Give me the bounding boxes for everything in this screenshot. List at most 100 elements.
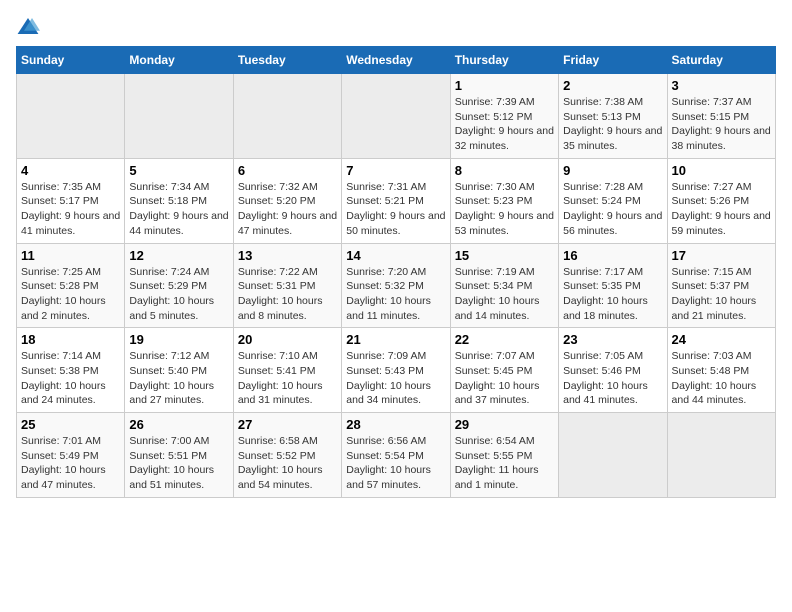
day-info: Sunrise: 7:12 AMSunset: 5:40 PMDaylight:… [129, 349, 228, 408]
day-info: Sunrise: 7:34 AMSunset: 5:18 PMDaylight:… [129, 180, 228, 239]
calendar-cell: 26 Sunrise: 7:00 AMSunset: 5:51 PMDayligh… [125, 413, 233, 498]
calendar-cell: 18 Sunrise: 7:14 AMSunset: 5:38 PMDayligh… [17, 328, 125, 413]
calendar-cell: 7 Sunrise: 7:31 AMSunset: 5:21 PMDaylight… [342, 158, 450, 243]
day-info: Sunrise: 7:39 AMSunset: 5:12 PMDaylight:… [455, 95, 554, 154]
day-info: Sunrise: 6:54 AMSunset: 5:55 PMDaylight:… [455, 434, 554, 493]
calendar-cell: 1 Sunrise: 7:39 AMSunset: 5:12 PMDaylight… [450, 74, 558, 159]
column-header-wednesday: Wednesday [342, 47, 450, 74]
calendar-week-row: 4 Sunrise: 7:35 AMSunset: 5:17 PMDaylight… [17, 158, 776, 243]
day-number: 19 [129, 332, 228, 347]
calendar-header-row: SundayMondayTuesdayWednesdayThursdayFrid… [17, 47, 776, 74]
calendar-cell: 19 Sunrise: 7:12 AMSunset: 5:40 PMDayligh… [125, 328, 233, 413]
day-info: Sunrise: 7:22 AMSunset: 5:31 PMDaylight:… [238, 265, 337, 324]
calendar-cell [342, 74, 450, 159]
day-number: 10 [672, 163, 771, 178]
day-info: Sunrise: 7:09 AMSunset: 5:43 PMDaylight:… [346, 349, 445, 408]
day-info: Sunrise: 7:17 AMSunset: 5:35 PMDaylight:… [563, 265, 662, 324]
day-number: 15 [455, 248, 554, 263]
calendar-cell [17, 74, 125, 159]
calendar-cell [559, 413, 667, 498]
day-info: Sunrise: 7:19 AMSunset: 5:34 PMDaylight:… [455, 265, 554, 324]
day-info: Sunrise: 6:58 AMSunset: 5:52 PMDaylight:… [238, 434, 337, 493]
day-number: 3 [672, 78, 771, 93]
calendar-cell: 3 Sunrise: 7:37 AMSunset: 5:15 PMDaylight… [667, 74, 775, 159]
calendar-cell: 23Sunrise: 7:05 AMSunset: 5:46 PMDayligh… [559, 328, 667, 413]
day-number: 24 [672, 332, 771, 347]
day-info: Sunrise: 7:28 AMSunset: 5:24 PMDaylight:… [563, 180, 662, 239]
calendar-cell: 29 Sunrise: 6:54 AMSunset: 5:55 PMDayligh… [450, 413, 558, 498]
day-number: 8 [455, 163, 554, 178]
day-info: Sunrise: 7:37 AMSunset: 5:15 PMDaylight:… [672, 95, 771, 154]
page-header [16, 16, 776, 36]
day-number: 13 [238, 248, 337, 263]
calendar-cell: 24 Sunrise: 7:03 AMSunset: 5:48 PMDayligh… [667, 328, 775, 413]
calendar-cell: 6Sunrise: 7:32 AMSunset: 5:20 PMDaylight… [233, 158, 341, 243]
day-info: Sunrise: 6:56 AMSunset: 5:54 PMDaylight:… [346, 434, 445, 493]
day-info: Sunrise: 7:14 AMSunset: 5:38 PMDaylight:… [21, 349, 120, 408]
calendar-cell: 27 Sunrise: 6:58 AMSunset: 5:52 PMDayligh… [233, 413, 341, 498]
day-number: 11 [21, 248, 120, 263]
day-info: Sunrise: 7:35 AMSunset: 5:17 PMDaylight:… [21, 180, 120, 239]
calendar-cell [667, 413, 775, 498]
calendar-cell: 20 Sunrise: 7:10 AMSunset: 5:41 PMDayligh… [233, 328, 341, 413]
calendar-week-row: 18 Sunrise: 7:14 AMSunset: 5:38 PMDayligh… [17, 328, 776, 413]
calendar-cell: 9 Sunrise: 7:28 AMSunset: 5:24 PMDaylight… [559, 158, 667, 243]
column-header-monday: Monday [125, 47, 233, 74]
day-info: Sunrise: 7:05 AMSunset: 5:46 PMDaylight:… [563, 349, 662, 408]
calendar-cell [125, 74, 233, 159]
column-header-saturday: Saturday [667, 47, 775, 74]
calendar-cell: 5Sunrise: 7:34 AMSunset: 5:18 PMDaylight… [125, 158, 233, 243]
day-info: Sunrise: 7:38 AMSunset: 5:13 PMDaylight:… [563, 95, 662, 154]
day-number: 16 [563, 248, 662, 263]
calendar-cell: 28 Sunrise: 6:56 AMSunset: 5:54 PMDayligh… [342, 413, 450, 498]
day-info: Sunrise: 7:24 AMSunset: 5:29 PMDaylight:… [129, 265, 228, 324]
column-header-thursday: Thursday [450, 47, 558, 74]
logo-icon [16, 16, 40, 36]
day-number: 22 [455, 332, 554, 347]
calendar-cell: 10 Sunrise: 7:27 AMSunset: 5:26 PMDayligh… [667, 158, 775, 243]
column-header-sunday: Sunday [17, 47, 125, 74]
calendar-cell: 12Sunrise: 7:24 AMSunset: 5:29 PMDayligh… [125, 243, 233, 328]
day-number: 29 [455, 417, 554, 432]
calendar-cell [233, 74, 341, 159]
calendar-cell: 25Sunrise: 7:01 AMSunset: 5:49 PMDayligh… [17, 413, 125, 498]
day-number: 20 [238, 332, 337, 347]
calendar-cell: 14Sunrise: 7:20 AMSunset: 5:32 PMDayligh… [342, 243, 450, 328]
calendar-cell: 13 Sunrise: 7:22 AMSunset: 5:31 PMDayligh… [233, 243, 341, 328]
calendar-cell: 16 Sunrise: 7:17 AMSunset: 5:35 PMDayligh… [559, 243, 667, 328]
day-info: Sunrise: 7:25 AMSunset: 5:28 PMDaylight:… [21, 265, 120, 324]
day-info: Sunrise: 7:30 AMSunset: 5:23 PMDaylight:… [455, 180, 554, 239]
day-number: 26 [129, 417, 228, 432]
day-number: 1 [455, 78, 554, 93]
calendar-cell: 11 Sunrise: 7:25 AMSunset: 5:28 PMDayligh… [17, 243, 125, 328]
day-number: 6 [238, 163, 337, 178]
day-number: 7 [346, 163, 445, 178]
calendar-cell: 8 Sunrise: 7:30 AMSunset: 5:23 PMDaylight… [450, 158, 558, 243]
day-info: Sunrise: 7:31 AMSunset: 5:21 PMDaylight:… [346, 180, 445, 239]
column-header-friday: Friday [559, 47, 667, 74]
logo [16, 16, 44, 36]
day-info: Sunrise: 7:15 AMSunset: 5:37 PMDaylight:… [672, 265, 771, 324]
day-number: 18 [21, 332, 120, 347]
calendar-cell: 2 Sunrise: 7:38 AMSunset: 5:13 PMDaylight… [559, 74, 667, 159]
day-number: 27 [238, 417, 337, 432]
day-number: 9 [563, 163, 662, 178]
day-info: Sunrise: 7:27 AMSunset: 5:26 PMDaylight:… [672, 180, 771, 239]
calendar-cell: 21Sunrise: 7:09 AMSunset: 5:43 PMDayligh… [342, 328, 450, 413]
day-number: 28 [346, 417, 445, 432]
calendar-week-row: 25Sunrise: 7:01 AMSunset: 5:49 PMDayligh… [17, 413, 776, 498]
day-info: Sunrise: 7:03 AMSunset: 5:48 PMDaylight:… [672, 349, 771, 408]
day-info: Sunrise: 7:10 AMSunset: 5:41 PMDaylight:… [238, 349, 337, 408]
day-info: Sunrise: 7:00 AMSunset: 5:51 PMDaylight:… [129, 434, 228, 493]
calendar-week-row: 11 Sunrise: 7:25 AMSunset: 5:28 PMDayligh… [17, 243, 776, 328]
calendar-cell: 17 Sunrise: 7:15 AMSunset: 5:37 PMDayligh… [667, 243, 775, 328]
calendar-cell: 4 Sunrise: 7:35 AMSunset: 5:17 PMDaylight… [17, 158, 125, 243]
day-number: 14 [346, 248, 445, 263]
day-number: 4 [21, 163, 120, 178]
day-info: Sunrise: 7:01 AMSunset: 5:49 PMDaylight:… [21, 434, 120, 493]
day-info: Sunrise: 7:07 AMSunset: 5:45 PMDaylight:… [455, 349, 554, 408]
calendar-cell: 15 Sunrise: 7:19 AMSunset: 5:34 PMDayligh… [450, 243, 558, 328]
day-number: 17 [672, 248, 771, 263]
calendar-cell: 22 Sunrise: 7:07 AMSunset: 5:45 PMDayligh… [450, 328, 558, 413]
day-number: 2 [563, 78, 662, 93]
